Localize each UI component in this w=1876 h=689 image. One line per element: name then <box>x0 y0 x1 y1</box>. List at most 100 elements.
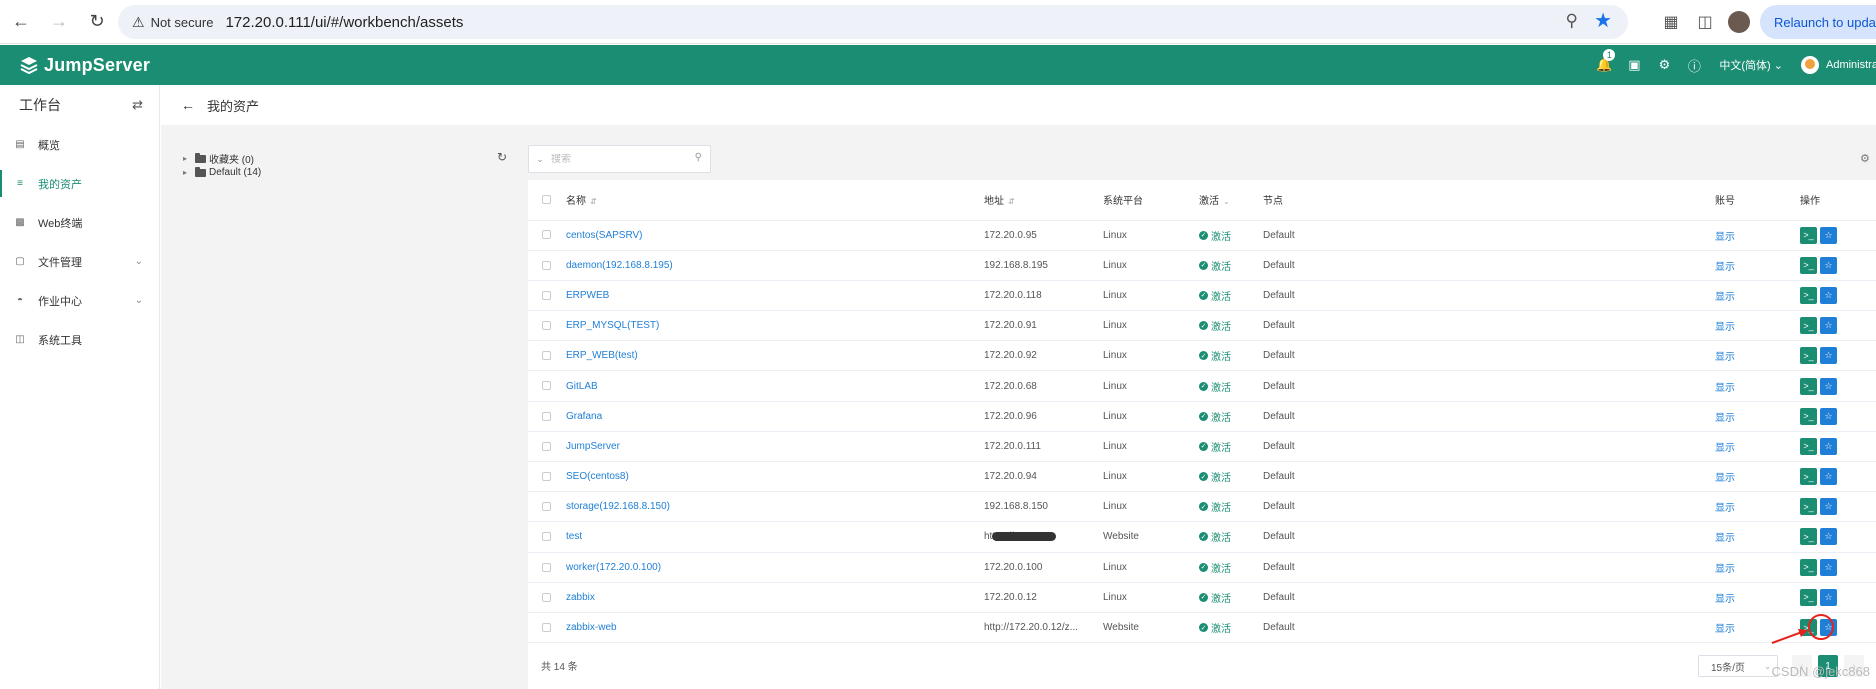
favorite-star-button[interactable]: ☆ <box>1820 407 1837 425</box>
row-checkbox[interactable] <box>542 441 551 451</box>
show-account-link[interactable]: 显示 <box>1715 292 1735 303</box>
sort-icon[interactable]: ⇵ <box>590 197 597 206</box>
column-active[interactable]: 激活 ⌄ <box>1199 180 1263 221</box>
asset-name-link[interactable]: worker(172.20.0.100) <box>566 562 661 573</box>
relaunch-button[interactable]: Relaunch to update <box>1760 5 1876 39</box>
row-checkbox[interactable] <box>542 290 551 300</box>
connect-terminal-button[interactable]: >_ <box>1800 256 1817 274</box>
asset-name-link[interactable]: Grafana <box>566 411 602 422</box>
connect-terminal-button[interactable]: >_ <box>1800 347 1817 365</box>
row-checkbox[interactable] <box>542 260 551 270</box>
caret-right-icon[interactable]: ▸ <box>183 168 195 177</box>
back-arrow-icon[interactable]: ← <box>181 97 195 113</box>
column-name[interactable]: 名称 ⇵ <box>566 180 984 221</box>
favorite-star-button[interactable]: ☆ <box>1820 377 1837 395</box>
tree-node-default[interactable]: ▸ Default (14) <box>183 166 261 178</box>
connect-terminal-button[interactable]: >_ <box>1800 407 1817 425</box>
switch-view-icon[interactable]: ⇄ <box>132 97 143 113</box>
url-text[interactable]: 172.20.0.111/ui/#/workbench/assets <box>225 14 463 31</box>
connect-terminal-button[interactable]: >_ <box>1800 226 1817 244</box>
forward-icon[interactable]: → <box>42 5 76 39</box>
row-checkbox[interactable] <box>542 381 551 391</box>
favorite-star-button[interactable]: ☆ <box>1820 558 1837 576</box>
asset-name-link[interactable]: centos(SAPSRV) <box>566 230 643 241</box>
user-name[interactable]: Administrator <box>1826 59 1876 71</box>
connect-terminal-button[interactable]: >_ <box>1800 377 1817 395</box>
show-account-link[interactable]: 显示 <box>1715 352 1735 363</box>
sidebar-item-system-tools[interactable]: ◫ 系统工具 <box>0 320 159 359</box>
user-avatar[interactable] <box>1801 56 1819 74</box>
asset-name-link[interactable]: test <box>566 531 582 542</box>
column-address[interactable]: 地址 ⇵ <box>984 180 1103 221</box>
address-bar[interactable]: ⚠ Not secure 172.20.0.111/ui/#/workbench… <box>118 5 1628 39</box>
table-row[interactable]: JumpServer 172.20.0.111 Linux ✓ 激活 Default 显示 >… <box>528 431 1876 463</box>
search-input[interactable] <box>551 153 681 165</box>
refresh-icon[interactable]: ↻ <box>497 150 507 164</box>
row-checkbox[interactable] <box>542 502 551 512</box>
logo[interactable]: JumpServer <box>20 55 150 76</box>
sidebar-item-my-assets[interactable]: ≡ 我的资产 <box>0 164 159 203</box>
favorite-star-button[interactable]: ☆ <box>1820 347 1837 365</box>
table-row[interactable]: centos(SAPSRV) 172.20.0.95 Linux ✓ 激活 Default… <box>528 220 1876 251</box>
row-checkbox[interactable] <box>542 562 551 572</box>
row-checkbox[interactable] <box>542 471 551 481</box>
row-checkbox[interactable] <box>542 351 551 361</box>
back-icon[interactable]: ← <box>4 5 38 39</box>
row-checkbox[interactable] <box>542 230 551 240</box>
show-account-link[interactable]: 显示 <box>1715 262 1735 273</box>
table-settings-icon[interactable]: ⚙ <box>1860 152 1870 165</box>
show-account-link[interactable]: 显示 <box>1715 624 1735 635</box>
bookmark-star-icon[interactable]: ★ <box>1594 8 1612 33</box>
page-size-select[interactable]: 15条/页 ⌄ <box>1698 655 1778 677</box>
sidepanel-icon[interactable]: ◫ <box>1688 5 1722 39</box>
show-account-link[interactable]: 显示 <box>1715 443 1735 454</box>
profile-avatar[interactable] <box>1728 11 1750 33</box>
connect-terminal-button[interactable]: >_ <box>1800 437 1817 455</box>
table-row[interactable]: ERP_WEB(test) 172.20.0.92 Linux ✓ 激活 Default 显… <box>528 340 1876 372</box>
table-row[interactable]: storage(192.168.8.150) 192.168.8.150 Linux… <box>528 491 1876 523</box>
help-icon[interactable]: ⓘ <box>1679 45 1709 85</box>
asset-name-link[interactable]: daemon(192.168.8.195) <box>566 260 673 271</box>
asset-name-link[interactable]: zabbix <box>566 592 595 603</box>
show-account-link[interactable]: 显示 <box>1715 322 1735 333</box>
show-account-link[interactable]: 显示 <box>1715 413 1735 424</box>
asset-name-link[interactable]: SEO(centos8) <box>566 471 629 482</box>
show-account-link[interactable]: 显示 <box>1715 383 1735 394</box>
reload-icon[interactable]: ↻ <box>80 5 114 39</box>
web-terminal-icon[interactable]: ▣ <box>1619 45 1649 85</box>
show-account-link[interactable]: 显示 <box>1715 533 1735 544</box>
asset-name-link[interactable]: ERPWEB <box>566 290 609 301</box>
connect-terminal-button[interactable]: >_ <box>1800 588 1817 606</box>
settings-icon[interactable]: ⚙ <box>1649 45 1679 85</box>
connect-terminal-button[interactable]: >_ <box>1800 286 1817 304</box>
table-row[interactable]: testhttps://Website✓激活Default显示>_☆ <box>528 521 1876 553</box>
table-row[interactable]: daemon(192.168.8.195) 192.168.8.195 Linux ✓… <box>528 250 1876 281</box>
show-account-link[interactable]: 显示 <box>1715 473 1735 484</box>
table-row[interactable]: ERPWEB 172.20.0.118 Linux ✓ 激活 Default 显示 >_ ☆ <box>528 280 1876 312</box>
table-row[interactable]: SEO(centos8) 172.20.0.94 Linux ✓ 激活 Default 显示… <box>528 461 1876 493</box>
select-all-checkbox[interactable] <box>542 195 551 205</box>
table-row[interactable]: worker(172.20.0.100) 172.20.0.100 Linux ✓ 激活… <box>528 552 1876 583</box>
asset-name-link[interactable]: ERP_MYSQL(TEST) <box>566 320 659 331</box>
row-checkbox[interactable] <box>542 411 551 421</box>
row-checkbox[interactable] <box>542 622 551 632</box>
filter-icon[interactable]: ⌄ <box>1223 197 1230 206</box>
favorite-star-button[interactable]: ☆ <box>1820 588 1837 606</box>
row-checkbox[interactable] <box>542 532 551 542</box>
sidebar-item-job-center[interactable]: ◓ 作业中心 ⌄ <box>0 281 159 320</box>
favorite-star-button[interactable]: ☆ <box>1820 256 1837 274</box>
table-row[interactable]: Grafana 172.20.0.96 Linux ✓ 激活 Default 显示 >_ ☆ <box>528 401 1876 432</box>
search-field-dropdown-icon[interactable]: ⌄ <box>529 154 551 165</box>
favorite-star-button[interactable]: ☆ <box>1820 226 1837 244</box>
connect-terminal-button[interactable]: >_ <box>1800 498 1817 516</box>
asset-name-link[interactable]: GitLAB <box>566 381 598 392</box>
favorite-star-button[interactable]: ☆ <box>1820 286 1837 304</box>
sidebar-item-overview[interactable]: ▤ 概览 <box>0 125 159 164</box>
search-box[interactable]: ⌄ ⚲ <box>528 145 711 173</box>
favorite-star-button[interactable]: ☆ <box>1820 528 1837 546</box>
show-account-link[interactable]: 显示 <box>1715 232 1735 243</box>
row-checkbox[interactable] <box>542 321 551 331</box>
favorite-star-button[interactable]: ☆ <box>1820 437 1837 455</box>
sort-icon[interactable]: ⇵ <box>1008 197 1015 206</box>
asset-name-link[interactable]: ERP_WEB(test) <box>566 350 638 361</box>
